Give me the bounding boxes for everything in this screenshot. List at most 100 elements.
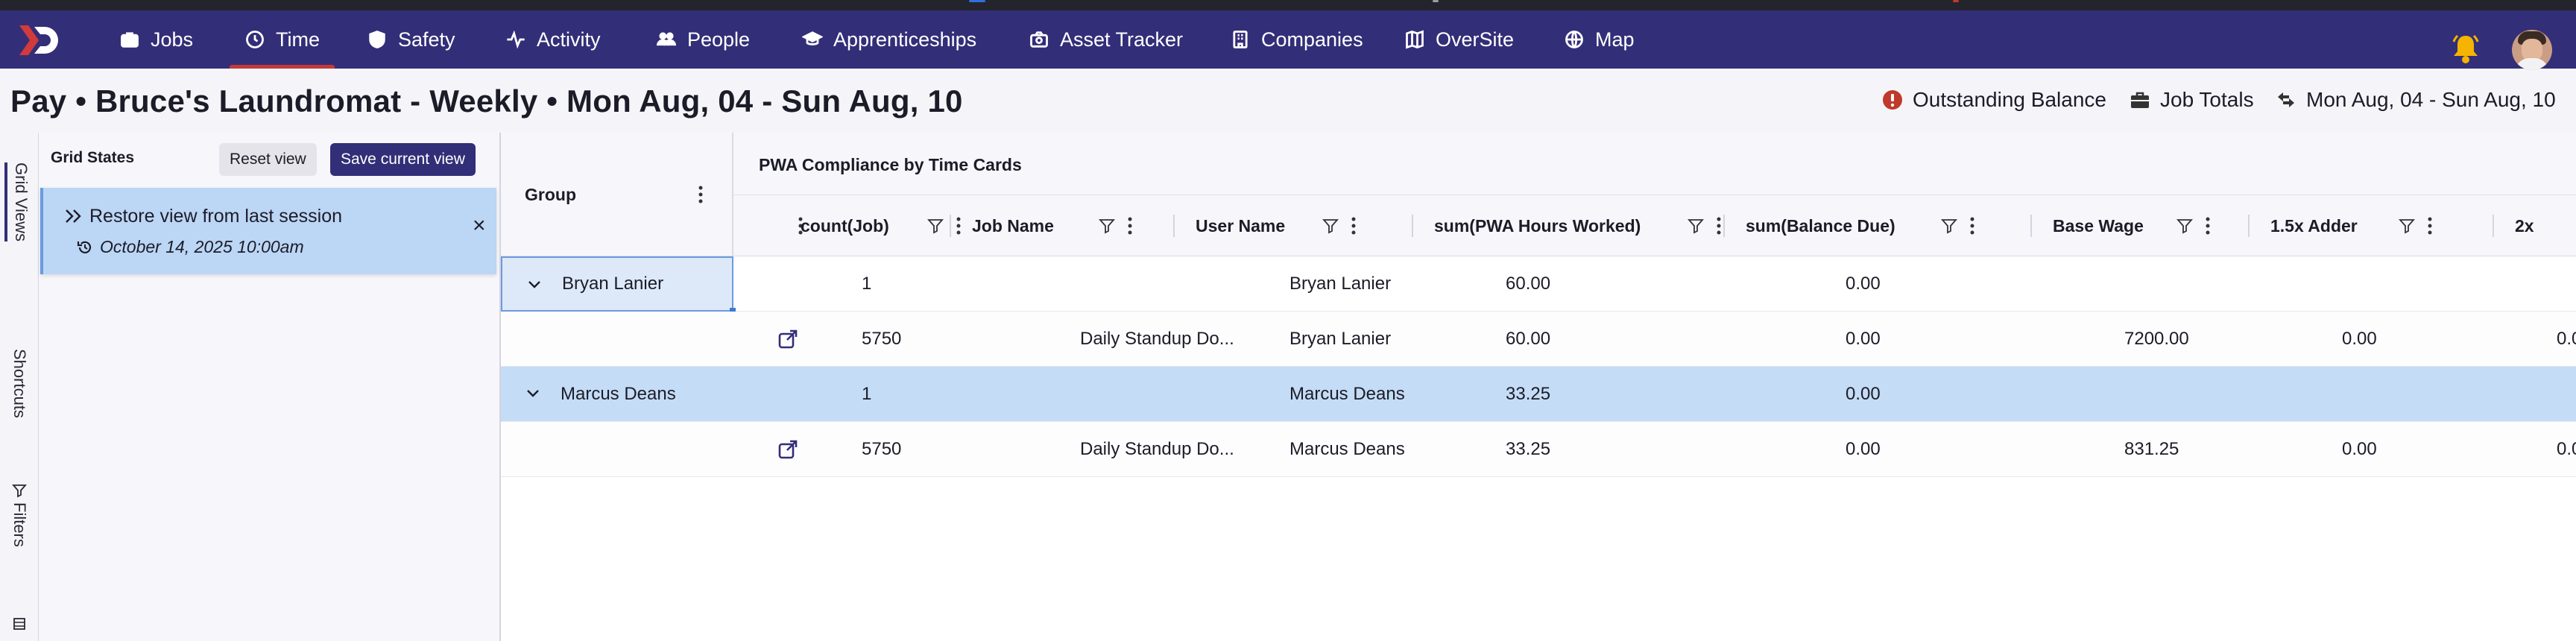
nav-safety[interactable]: Safety (367, 10, 455, 69)
cell-two[interactable]: 0.0 (2557, 422, 2576, 477)
tab-more[interactable] (4, 617, 34, 631)
filter-icon[interactable] (1322, 218, 1339, 238)
save-current-view-button[interactable]: Save current view (330, 143, 476, 176)
nav-apprenticeships[interactable]: Apprenticeships (802, 10, 976, 69)
restore-view-title: Restore view from last session (89, 206, 343, 227)
column-header-5[interactable]: Base Wage (2053, 195, 2144, 256)
tab-filters[interactable]: Filters (4, 483, 34, 547)
column-menu-icon[interactable] (698, 185, 704, 204)
tab-shortcuts[interactable]: Shortcuts (4, 349, 34, 418)
cell-balance[interactable]: 0.00 (1846, 367, 1881, 422)
column-header-4[interactable]: sum(Balance Due) (1746, 195, 1895, 256)
column-menu-icon[interactable] (2205, 216, 2211, 239)
group-cell[interactable]: Marcus Deans (501, 367, 733, 422)
group-row[interactable]: Marcus Deans 1 Marcus Deans 33.25 0.00 (501, 367, 2576, 422)
column-header-6[interactable]: 1.5x Adder (2270, 195, 2358, 256)
cell-balance[interactable]: 0.00 (1846, 312, 1881, 367)
filter-icon[interactable] (927, 218, 944, 238)
nav-people-label: People (687, 28, 751, 51)
column-menu-icon[interactable] (1716, 216, 1722, 239)
chevron-down-icon[interactable] (525, 385, 541, 402)
date-range-label: Mon Aug, 04 - Sun Aug, 10 (2306, 88, 2556, 111)
chevron-down-icon[interactable] (526, 277, 543, 293)
open-external-icon[interactable] (777, 438, 799, 464)
nav-oversite[interactable]: OverSite (1404, 10, 1514, 69)
restore-view-card[interactable]: Restore view from last session October 1… (40, 188, 496, 274)
cell-count[interactable]: 1 (862, 367, 871, 422)
outstanding-balance-button[interactable]: Outstanding Balance (1881, 88, 2106, 112)
cell-adder[interactable]: 0.00 (2342, 312, 2377, 367)
cell-hours[interactable]: 33.25 (1506, 422, 1550, 477)
cell-user[interactable]: Bryan Lanier (1289, 256, 1391, 312)
user-avatar[interactable] (2512, 30, 2552, 70)
column-separator[interactable] (1173, 215, 1175, 237)
date-range-button[interactable]: Mon Aug, 04 - Sun Aug, 10 (2275, 88, 2556, 112)
column-menu-icon[interactable] (956, 216, 962, 239)
group-cell[interactable] (501, 422, 733, 477)
cell-user[interactable]: Marcus Deans (1289, 367, 1405, 422)
column-header-0[interactable]: count(Job) (801, 195, 889, 256)
cell-user[interactable]: Marcus Deans (1289, 422, 1405, 477)
cell-adder[interactable]: 0.00 (2342, 422, 2377, 477)
column-separator[interactable] (2493, 215, 2494, 237)
cell-balance[interactable]: 0.00 (1846, 256, 1881, 312)
column-separator[interactable] (1723, 215, 1725, 237)
cell-hours[interactable]: 60.00 (1506, 312, 1550, 367)
browser-top-strip (0, 0, 2576, 10)
cell-count[interactable]: 5750 (862, 422, 901, 477)
cell-hours[interactable]: 60.00 (1506, 256, 1550, 312)
column-separator[interactable] (2030, 215, 2032, 237)
cell-count[interactable]: 1 (862, 256, 871, 312)
cell-job[interactable]: Daily Standup Do... (1080, 312, 1234, 367)
nav-jobs-label: Jobs (151, 28, 194, 51)
notifications-bell-icon[interactable] (2451, 33, 2481, 66)
table-row[interactable]: 5750 Daily Standup Do... Bryan Lanier 60.00… (501, 312, 2576, 367)
nav-time[interactable]: Time (230, 10, 335, 69)
column-menu-icon[interactable] (1351, 216, 1357, 239)
column-header-label: sum(PWA Hours Worked) (1434, 215, 1641, 236)
group-cell[interactable] (501, 312, 733, 367)
group-cell[interactable]: Bryan Lanier (501, 256, 736, 314)
reset-view-button[interactable]: Reset view (219, 143, 317, 176)
column-separator[interactable] (2248, 215, 2250, 237)
column-menu-icon[interactable] (1969, 216, 1975, 239)
app-logo[interactable] (16, 22, 64, 58)
nav-asset-tracker[interactable]: Asset Tracker (1029, 10, 1183, 69)
cell-user[interactable]: Bryan Lanier (1289, 312, 1391, 367)
tab-grid-views[interactable]: Grid Views (4, 162, 34, 241)
group-column-header[interactable]: Group (501, 133, 733, 256)
nav-companies[interactable]: Companies (1230, 10, 1363, 69)
group-row[interactable]: Bryan Lanier 1 Bryan Lanier 60.00 0.00 (501, 256, 2576, 314)
column-menu-icon[interactable] (1127, 216, 1133, 239)
filter-icon[interactable] (1688, 218, 1704, 238)
filter-icon[interactable] (2399, 218, 2415, 238)
cell-job[interactable]: Daily Standup Do... (1080, 422, 1234, 477)
table-row[interactable]: 5750 Daily Standup Do... Marcus Deans 33.25… (501, 422, 2576, 477)
open-external-icon[interactable] (777, 328, 799, 354)
nav-map[interactable]: Map (1564, 10, 1635, 69)
nav-companies-label: Companies (1261, 28, 1363, 51)
column-menu-icon[interactable] (2427, 216, 2433, 239)
cell-two[interactable]: 0.0 (2557, 312, 2576, 367)
column-header-3[interactable]: sum(PWA Hours Worked) (1434, 195, 1641, 256)
nav-jobs[interactable]: Jobs (119, 10, 193, 69)
cell-wage[interactable]: 7200.00 (2124, 312, 2189, 367)
column-header-7[interactable]: 2x (2515, 195, 2534, 256)
column-separator[interactable] (950, 215, 951, 237)
cell-hours[interactable]: 33.25 (1506, 367, 1550, 422)
nav-activity[interactable]: Activity (505, 10, 601, 69)
cell-wage[interactable]: 831.25 (2124, 422, 2179, 477)
job-totals-button[interactable]: Job Totals (2129, 88, 2254, 112)
column-header-1[interactable]: Job Name (972, 195, 1054, 256)
nav-people[interactable]: People (656, 10, 750, 69)
column-separator[interactable] (1412, 215, 1413, 237)
close-icon[interactable]: × (473, 213, 486, 239)
filter-icon[interactable] (1099, 218, 1115, 238)
strip-marker (1433, 0, 1439, 2)
filter-icon[interactable] (2176, 218, 2193, 238)
filter-icon[interactable] (1941, 218, 1957, 238)
cell-balance[interactable]: 0.00 (1846, 422, 1881, 477)
cell-count[interactable]: 5750 (862, 312, 901, 367)
column-header-label: Base Wage (2053, 215, 2144, 236)
column-header-2[interactable]: User Name (1196, 195, 1285, 256)
